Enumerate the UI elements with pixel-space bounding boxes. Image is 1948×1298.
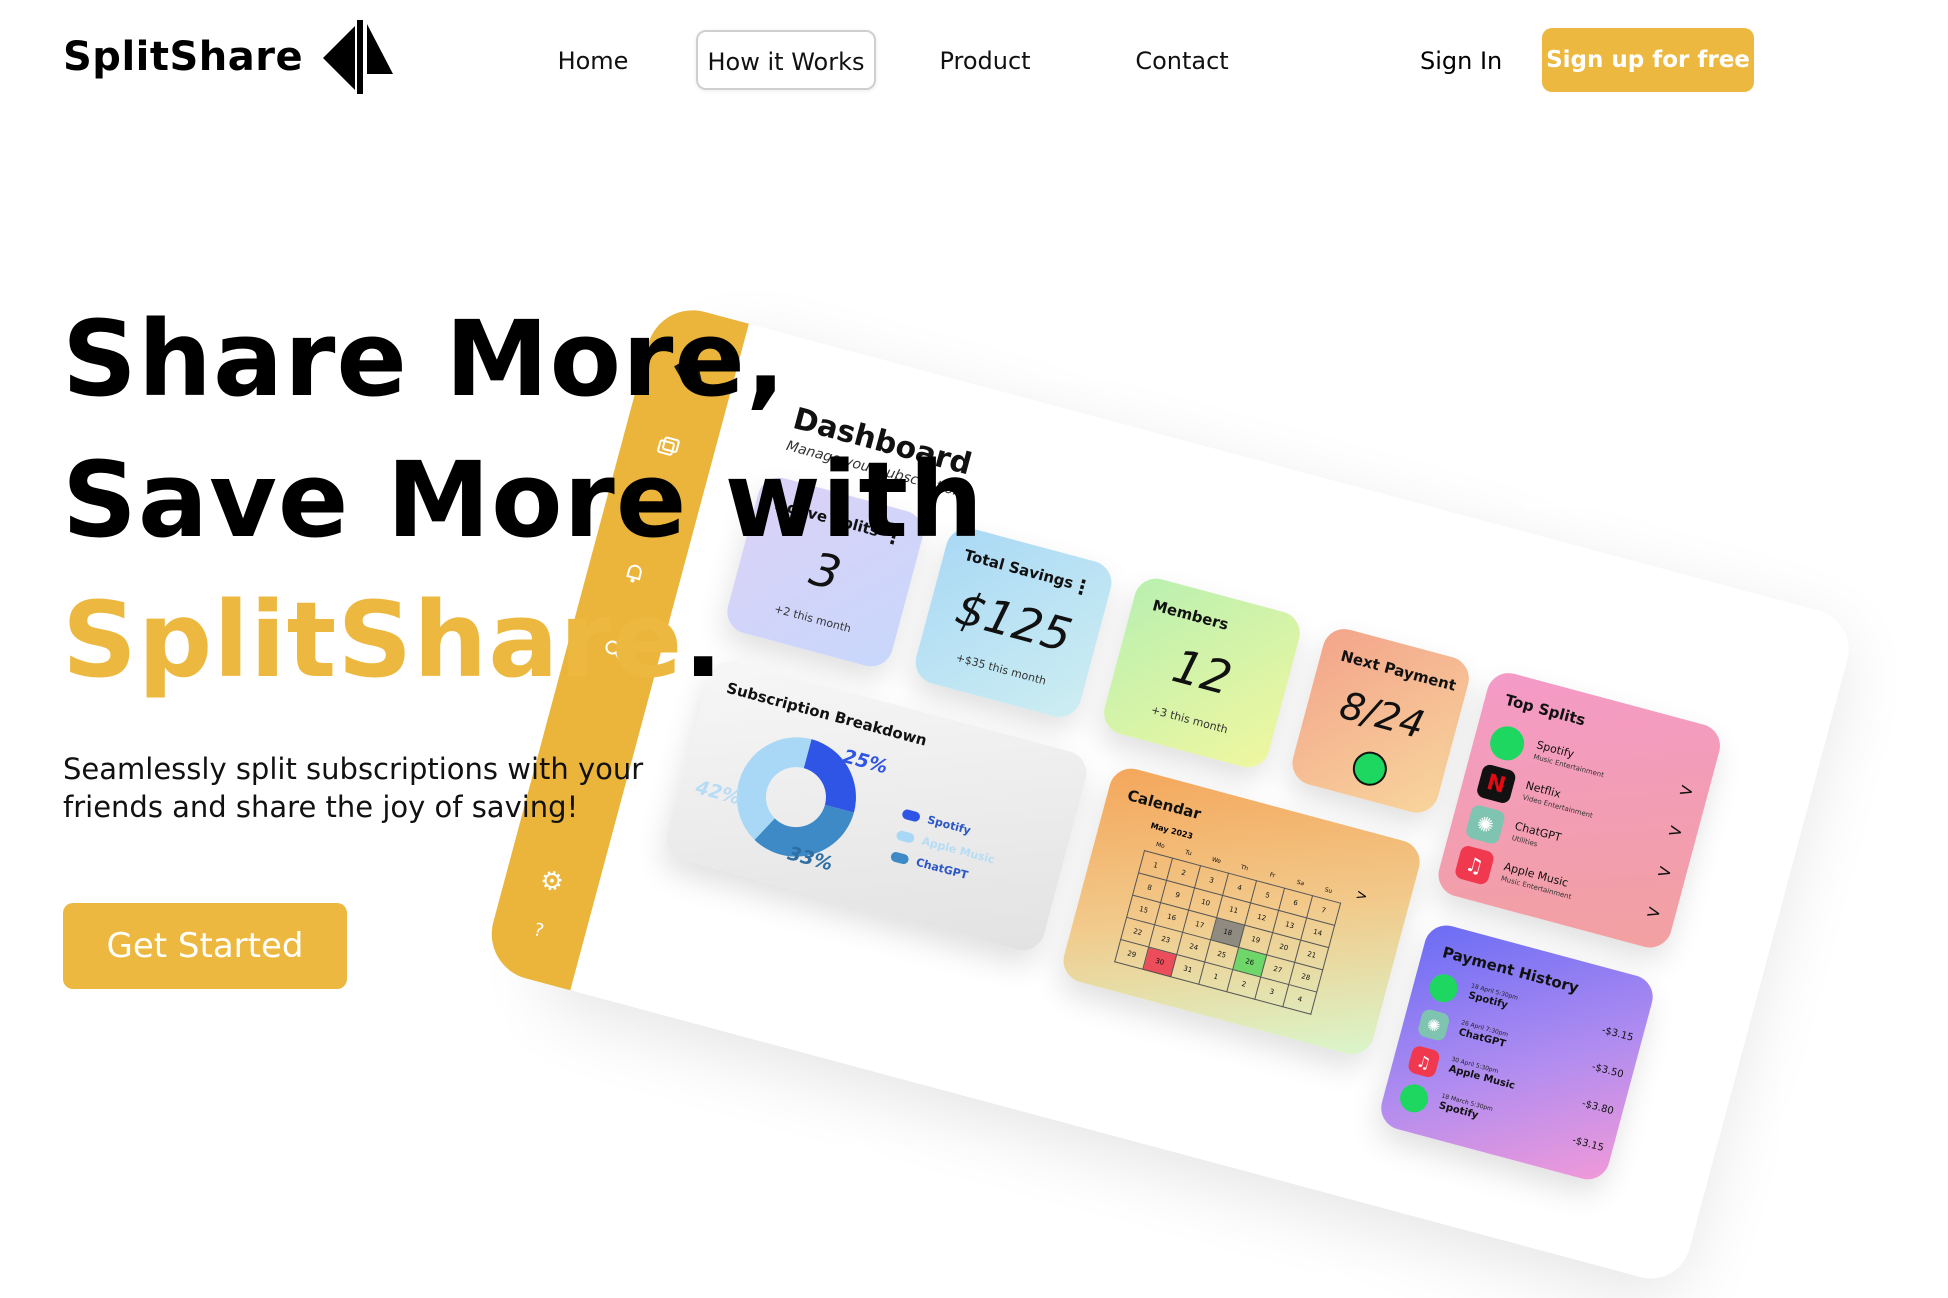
nav-product[interactable]: Product — [930, 28, 1040, 94]
spotify-icon — [1486, 722, 1528, 765]
calendar-title: Calendar — [1125, 786, 1203, 824]
spotify-icon — [1426, 971, 1461, 1006]
top-splits-title: Top Splits — [1503, 690, 1588, 730]
hero-headline-line-2: Save More with — [62, 439, 985, 561]
calendar-month: May 2023 — [1149, 821, 1194, 841]
chatgpt-icon: ✺ — [1416, 1007, 1451, 1043]
more-options-icon[interactable]: ⋮ — [1069, 573, 1095, 601]
nav-contact[interactable]: Contact — [1130, 28, 1234, 94]
chevron-right-icon[interactable]: > — [1655, 860, 1675, 884]
nav-how-it-works[interactable]: How it Works — [696, 30, 876, 90]
hero-headline-line-3: SplitShare. — [62, 588, 724, 692]
hero-brand-name: SplitShare — [62, 579, 684, 701]
calendar-grid: 1 2 3 4 5 6 7 8 9 10 11 12 13 14 15 16 17 18 19 20 21 22 23 24 2… — [1114, 850, 1341, 1015]
chevron-right-icon[interactable]: > — [1644, 900, 1664, 924]
hero-headline-line-1: Share More, — [62, 298, 787, 420]
payment-amount: -$3.15 — [1570, 1134, 1605, 1154]
stat-title: Members — [1150, 596, 1231, 634]
sign-up-button[interactable]: Sign up for free — [1542, 28, 1754, 92]
chevron-right-icon[interactable]: > — [1676, 779, 1696, 803]
apple-music-icon: ♫ — [1406, 1044, 1442, 1079]
chatgpt-icon: ✺ — [1464, 803, 1507, 846]
nav-home[interactable]: Home — [548, 28, 638, 94]
sidebar-help-icon[interactable]: ? — [514, 906, 563, 955]
hero-period: . — [683, 579, 724, 701]
calendar-next-icon[interactable]: > — [1354, 887, 1369, 905]
payment-amount: -$3.50 — [1590, 1061, 1625, 1081]
payment-amount: -$3.80 — [1580, 1098, 1615, 1118]
spotify-icon — [1349, 747, 1391, 790]
netflix-icon: N — [1475, 763, 1518, 805]
apple-music-icon: ♫ — [1453, 844, 1496, 886]
hero-subtitle: Seamlessly split subscriptions with your… — [63, 752, 644, 824]
sidebar-gear-icon[interactable]: ⚙ — [527, 857, 576, 906]
spotify-icon — [1396, 1081, 1432, 1116]
payment-amount: -$3.15 — [1600, 1024, 1635, 1044]
get-started-button[interactable]: Get Started — [63, 903, 347, 989]
sign-in-link[interactable]: Sign In — [1420, 28, 1502, 94]
chevron-right-icon[interactable]: > — [1666, 819, 1686, 843]
